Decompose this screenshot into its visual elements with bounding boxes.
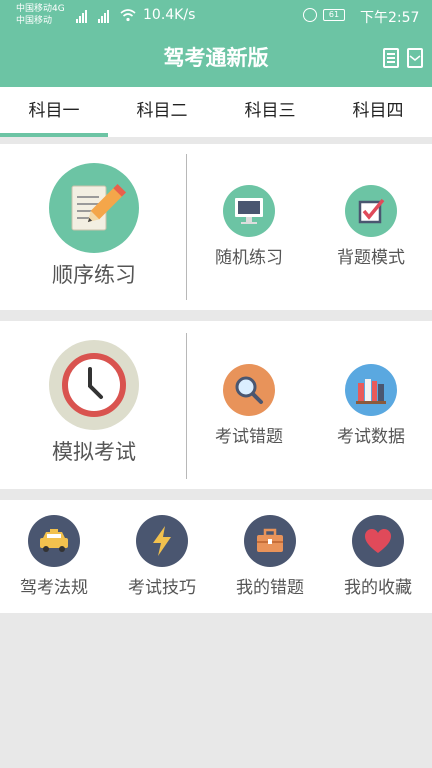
books-icon [345,364,397,416]
signal-icon [76,9,87,23]
my-favorites-button[interactable]: 我的收藏 [332,515,424,598]
tab-subject-3[interactable]: 科目三 [216,87,324,137]
exam-mistakes-button[interactable]: 考试错题 [203,364,295,447]
divider [186,333,187,479]
book-icon[interactable] [383,48,399,68]
heart-icon [352,515,404,567]
sequential-practice-label: 顺序练习 [52,263,136,287]
traffic-rules-label: 驾考法规 [20,578,88,598]
app-header: 中国移动4G 中国移动 10.4K/s 61 下午2:57 驾考通新版 [0,0,432,87]
car-icon [28,515,80,567]
random-practice-label: 随机练习 [215,248,283,268]
mock-exam-button[interactable]: 模拟考试 [27,340,161,466]
my-mistakes-label: 我的错题 [236,578,304,598]
tab-subject-4[interactable]: 科目四 [324,87,432,137]
my-favorites-label: 我的收藏 [344,578,412,598]
my-mistakes-button[interactable]: 我的错题 [224,515,316,598]
carrier-1: 中国移动4G [16,4,65,14]
practice-section: 顺序练习 随机练习 背题模式 [0,144,432,310]
tools-row: 驾考法规 考试技巧 我的错题 我的收藏 [0,500,432,613]
exam-data-button[interactable]: 考试数据 [325,364,417,447]
magnifier-icon [223,364,275,416]
mock-exam-label: 模拟考试 [52,440,136,464]
subject-tabs: 科目一 科目二 科目三 科目四 [0,87,432,137]
recite-mode-button[interactable]: 背题模式 [325,185,417,268]
tab-subject-2[interactable]: 科目二 [108,87,216,137]
clock-time: 下午2:57 [360,10,420,26]
signal-icon [98,9,109,23]
recite-mode-label: 背题模式 [337,248,405,268]
carrier-info: 中国移动4G 中国移动 [16,3,65,27]
sequential-practice-button[interactable]: 顺序练习 [27,163,161,289]
alarm-icon [303,8,317,22]
page-title: 驾考通新版 [163,46,269,70]
random-practice-button[interactable]: 随机练习 [203,185,295,268]
status-bar: 中国移动4G 中国移动 10.4K/s 61 下午2:57 [0,0,432,32]
checkbox-icon [345,185,397,237]
briefcase-icon [244,515,296,567]
lightning-icon [136,515,188,567]
exam-data-label: 考试数据 [337,427,405,447]
divider [186,154,187,300]
exam-section: 模拟考试 考试错题 考试数据 [0,321,432,489]
exam-mistakes-label: 考试错题 [215,427,283,447]
tab-subject-1[interactable]: 科目一 [0,87,108,137]
carrier-2: 中国移动 [16,16,53,26]
traffic-rules-button[interactable]: 驾考法规 [8,515,100,598]
network-speed: 10.4K/s [143,7,196,23]
clock-icon [49,340,139,430]
wifi-icon [120,9,136,22]
envelope-icon[interactable] [407,48,423,68]
pencil-notepad-icon [49,163,139,253]
exam-tips-button[interactable]: 考试技巧 [116,515,208,598]
battery-icon: 61 [323,9,345,21]
exam-tips-label: 考试技巧 [128,578,196,598]
monitor-icon [223,185,275,237]
